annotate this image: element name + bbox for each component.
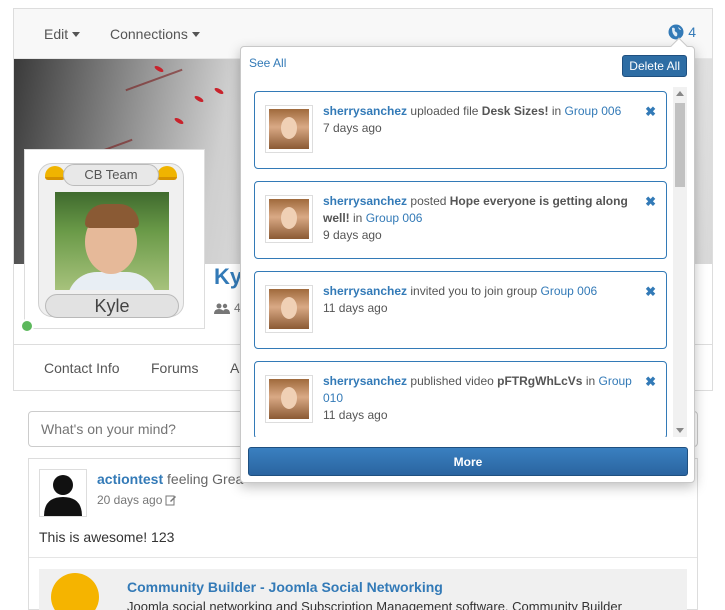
post-author-avatar[interactable] (39, 469, 87, 517)
link-preview[interactable]: Community Builder - Joomla Social Networ… (39, 569, 687, 610)
streak-decoration (125, 68, 183, 92)
notification-item[interactable]: sherrysanchez posted Hope everyone is ge… (254, 181, 667, 259)
more-button[interactable]: More (248, 447, 688, 476)
notification-avatar[interactable] (265, 375, 313, 423)
photo-hair (85, 204, 139, 228)
notification-action: published video (410, 374, 494, 388)
profile-avatar-box[interactable]: CB Team Kyle (24, 149, 205, 329)
avatar-photo (269, 109, 309, 149)
close-icon[interactable]: ✖ (645, 374, 656, 390)
avatar-name: Kyle (45, 294, 179, 318)
scroll-down-icon[interactable] (676, 428, 684, 433)
delete-all-button[interactable]: Delete All (622, 55, 687, 77)
tab-contact-info[interactable]: Contact Info (44, 360, 120, 376)
post-time-text: 20 days ago (97, 493, 163, 507)
edit-icon[interactable] (165, 494, 177, 506)
notification-item[interactable]: sherrysanchez published video pFTRgWhLcV… (254, 361, 667, 437)
avatar-photo (269, 199, 309, 239)
helmet-logo-icon (51, 573, 99, 610)
notification-avatar[interactable] (265, 195, 313, 243)
notification-preposition: in (353, 211, 363, 225)
notification-text: sherrysanchez invited you to join group … (323, 283, 633, 317)
notifications-toggle[interactable]: 4 (668, 24, 696, 40)
notification-time: 9 days ago (323, 228, 382, 242)
notification-time: 11 days ago (323, 408, 388, 422)
petal-decoration (193, 94, 205, 104)
link-preview-desc: Joomla social networking and Subscriptio… (127, 599, 622, 610)
notification-time: 11 days ago (323, 301, 388, 315)
close-icon[interactable]: ✖ (645, 194, 656, 210)
petal-decoration (173, 116, 185, 126)
petal-decoration (213, 86, 225, 96)
notification-text: sherrysanchez posted Hope everyone is ge… (323, 193, 633, 244)
globe-icon (668, 24, 684, 40)
close-icon[interactable]: ✖ (645, 284, 656, 300)
notification-preposition: in (585, 374, 596, 388)
post-divider (29, 557, 697, 558)
notification-item[interactable]: sherrysanchez uploaded file Desk Sizes! … (254, 91, 667, 169)
helmet-icon (45, 166, 65, 180)
notification-subject: pFTRgWhLcVs (497, 374, 583, 388)
notification-user[interactable]: sherrysanchez (323, 284, 407, 298)
notification-action: posted (410, 194, 447, 208)
tab-forums[interactable]: Forums (151, 360, 198, 376)
notification-group-link[interactable]: Group 006 (366, 211, 423, 225)
notification-user[interactable]: sherrysanchez (323, 194, 407, 208)
post-time: 20 days ago (97, 493, 177, 507)
scroll-up-icon[interactable] (676, 91, 684, 96)
avatar: CB Team Kyle (38, 163, 184, 318)
avatar-photo (269, 289, 309, 329)
users-icon (214, 303, 230, 314)
avatar-photo (269, 379, 309, 419)
connections-menu[interactable]: Connections (110, 26, 200, 42)
notification-action: invited you to join group (410, 284, 538, 298)
profile-connections: 4 (214, 301, 241, 315)
photo-shirt (67, 272, 157, 290)
notification-text: sherrysanchez published video pFTRgWhLcV… (323, 373, 633, 424)
chevron-down-icon (72, 32, 81, 37)
notification-item[interactable]: sherrysanchez invited you to join group … (254, 271, 667, 349)
notifications-dropdown: See All Delete All sherrysanchez uploade… (240, 37, 695, 483)
profile-photo (55, 192, 169, 290)
notification-group-link[interactable]: Group 006 (540, 284, 597, 298)
notification-subject: Desk Sizes! (481, 104, 549, 118)
notification-user[interactable]: sherrysanchez (323, 374, 407, 388)
user-silhouette-icon (44, 475, 82, 516)
notification-user[interactable]: sherrysanchez (323, 104, 407, 118)
see-all-link[interactable]: See All (249, 56, 286, 70)
chevron-down-icon (191, 32, 200, 37)
notification-count: 4 (688, 24, 696, 40)
notification-preposition: in (551, 104, 562, 118)
post-author-link[interactable]: actiontest (97, 471, 163, 487)
notification-text: sherrysanchez uploaded file Desk Sizes! … (323, 103, 633, 137)
post-header: actiontest feeling Grea (97, 471, 243, 487)
notification-action: uploaded file (410, 104, 479, 118)
notifications-scrollbar[interactable] (673, 87, 687, 437)
notification-time: 7 days ago (323, 121, 382, 135)
edit-menu-label: Edit (44, 26, 69, 42)
connections-menu-label: Connections (110, 26, 188, 42)
notification-group-link[interactable]: Group 006 (565, 104, 622, 118)
notification-avatar[interactable] (265, 105, 313, 153)
post-body: This is awesome! 123 (39, 529, 175, 545)
scrollbar-thumb[interactable] (675, 103, 685, 187)
notification-avatar[interactable] (265, 285, 313, 333)
edit-menu[interactable]: Edit (44, 26, 81, 42)
petal-decoration (153, 64, 165, 74)
notifications-list: sherrysanchez uploaded file Desk Sizes! … (241, 85, 673, 437)
helmet-icon (157, 166, 177, 180)
team-badge: CB Team (63, 164, 159, 186)
link-preview-title[interactable]: Community Builder - Joomla Social Networ… (127, 579, 443, 595)
online-status-icon (20, 319, 34, 333)
post-feeling: feeling Grea (167, 471, 244, 487)
close-icon[interactable]: ✖ (645, 104, 656, 120)
